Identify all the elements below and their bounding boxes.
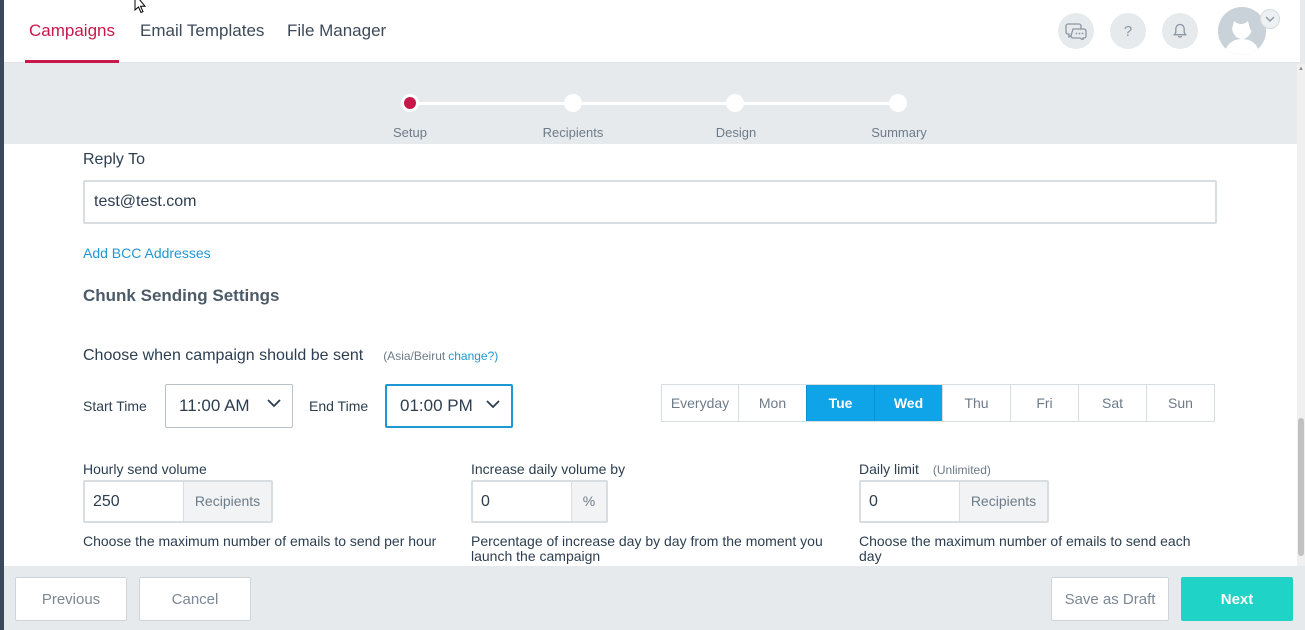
day-tue[interactable]: Tue bbox=[806, 385, 874, 421]
daily-limit-label: Daily limit bbox=[859, 461, 919, 477]
change-timezone-link[interactable]: change?) bbox=[448, 349, 498, 363]
bell-icon bbox=[1173, 23, 1187, 38]
daily-limit-input[interactable]: 0 bbox=[861, 482, 959, 521]
step-label-recipients: Recipients bbox=[542, 125, 604, 140]
chevron-down-icon bbox=[1265, 16, 1275, 22]
chevron-down-icon bbox=[486, 400, 500, 409]
day-sat[interactable]: Sat bbox=[1078, 385, 1146, 421]
add-bcc-link[interactable]: Add BCC Addresses bbox=[83, 245, 211, 261]
stepper-track bbox=[410, 102, 900, 105]
daily-limit-group: 0 Recipients bbox=[859, 480, 1049, 523]
step-dot-recipients[interactable] bbox=[564, 94, 582, 112]
account-menu-toggle[interactable] bbox=[1260, 9, 1280, 29]
hourly-volume-label: Hourly send volume bbox=[83, 461, 207, 477]
daily-limit-help: Choose the maximum number of emails to s… bbox=[859, 533, 1191, 564]
top-navigation: Campaigns Email Templates File Manager ? bbox=[4, 0, 1300, 63]
schedule-title: Choose when campaign should be sent bbox=[83, 347, 364, 364]
step-dot-design[interactable] bbox=[726, 94, 744, 112]
start-time-select[interactable]: 11:00 AM bbox=[165, 384, 293, 428]
chevron-down-icon bbox=[267, 399, 281, 408]
hourly-volume-unit: Recipients bbox=[183, 482, 271, 521]
timezone-text: (Asia/Beirut bbox=[383, 349, 446, 363]
day-thu[interactable]: Thu bbox=[942, 385, 1010, 421]
scroll-up-arrow-icon[interactable]: ▲ bbox=[1298, 66, 1304, 72]
notifications-button[interactable] bbox=[1162, 13, 1198, 49]
tab-campaigns[interactable]: Campaigns bbox=[25, 0, 119, 63]
step-label-summary: Summary bbox=[871, 125, 927, 140]
day-everyday[interactable]: Everyday bbox=[662, 385, 738, 421]
day-fri[interactable]: Fri bbox=[1010, 385, 1078, 421]
step-label-design: Design bbox=[715, 125, 757, 140]
day-wed[interactable]: Wed bbox=[874, 385, 942, 421]
step-dot-setup[interactable] bbox=[401, 94, 419, 112]
increase-volume-label: Increase daily volume by bbox=[471, 461, 626, 477]
step-label-setup: Setup bbox=[393, 125, 427, 140]
app-window: Campaigns Email Templates File Manager ? bbox=[0, 0, 1305, 630]
increase-volume-group: 0 % bbox=[471, 480, 608, 523]
reply-to-input[interactable]: test@test.com bbox=[83, 180, 1217, 224]
cancel-button[interactable]: Cancel bbox=[139, 577, 251, 621]
hourly-volume-group: 250 Recipients bbox=[83, 480, 273, 523]
save-as-draft-button[interactable]: Save as Draft bbox=[1051, 577, 1169, 621]
schedule-title-row: Choose when campaign should be sent (Asi… bbox=[83, 347, 498, 365]
help-button[interactable]: ? bbox=[1110, 13, 1146, 49]
increase-volume-unit: % bbox=[571, 482, 606, 521]
daily-limit-unit: Recipients bbox=[959, 482, 1047, 521]
step-dot-summary[interactable] bbox=[889, 94, 907, 112]
start-time-value: 11:00 AM bbox=[179, 396, 250, 415]
chat-button[interactable] bbox=[1058, 13, 1094, 49]
end-time-value: 01:00 PM bbox=[400, 396, 473, 415]
weekday-selector: Everyday Mon Tue Wed Thu Fri Sat Sun bbox=[661, 384, 1215, 422]
help-icon: ? bbox=[1123, 22, 1133, 40]
hourly-volume-input[interactable]: 250 bbox=[85, 482, 183, 521]
tab-file-manager[interactable]: File Manager bbox=[287, 0, 386, 63]
setup-form: Reply To test@test.com Add BCC Addresses… bbox=[4, 144, 1297, 566]
reply-to-label: Reply To bbox=[83, 151, 145, 168]
tab-email-templates[interactable]: Email Templates bbox=[140, 0, 264, 63]
end-time-select[interactable]: 01:00 PM bbox=[385, 384, 513, 428]
next-button[interactable]: Next bbox=[1181, 577, 1293, 621]
daily-limit-label-row: Daily limit (Unlimited) bbox=[859, 461, 991, 477]
campaign-stepper: Setup Recipients Design Summary bbox=[4, 64, 1300, 144]
previous-button[interactable]: Previous bbox=[15, 577, 127, 621]
scrollbar-thumb[interactable] bbox=[1298, 418, 1304, 556]
avatar[interactable] bbox=[1218, 7, 1266, 55]
increase-volume-input[interactable]: 0 bbox=[473, 482, 571, 521]
chunk-sending-heading: Chunk Sending Settings bbox=[83, 286, 280, 305]
mouse-cursor-icon bbox=[134, 0, 147, 14]
end-time-label: End Time bbox=[309, 398, 369, 414]
daily-limit-note: (Unlimited) bbox=[932, 463, 991, 477]
increase-volume-help: Percentage of increase day by day from t… bbox=[471, 533, 823, 564]
footer-actions: Previous Cancel Save as Draft Next bbox=[4, 566, 1305, 630]
start-time-label: Start Time bbox=[83, 398, 147, 414]
chat-icon bbox=[1065, 23, 1087, 40]
day-sun[interactable]: Sun bbox=[1146, 385, 1214, 421]
day-mon[interactable]: Mon bbox=[738, 385, 806, 421]
hourly-volume-help: Choose the maximum number of emails to s… bbox=[83, 533, 437, 549]
